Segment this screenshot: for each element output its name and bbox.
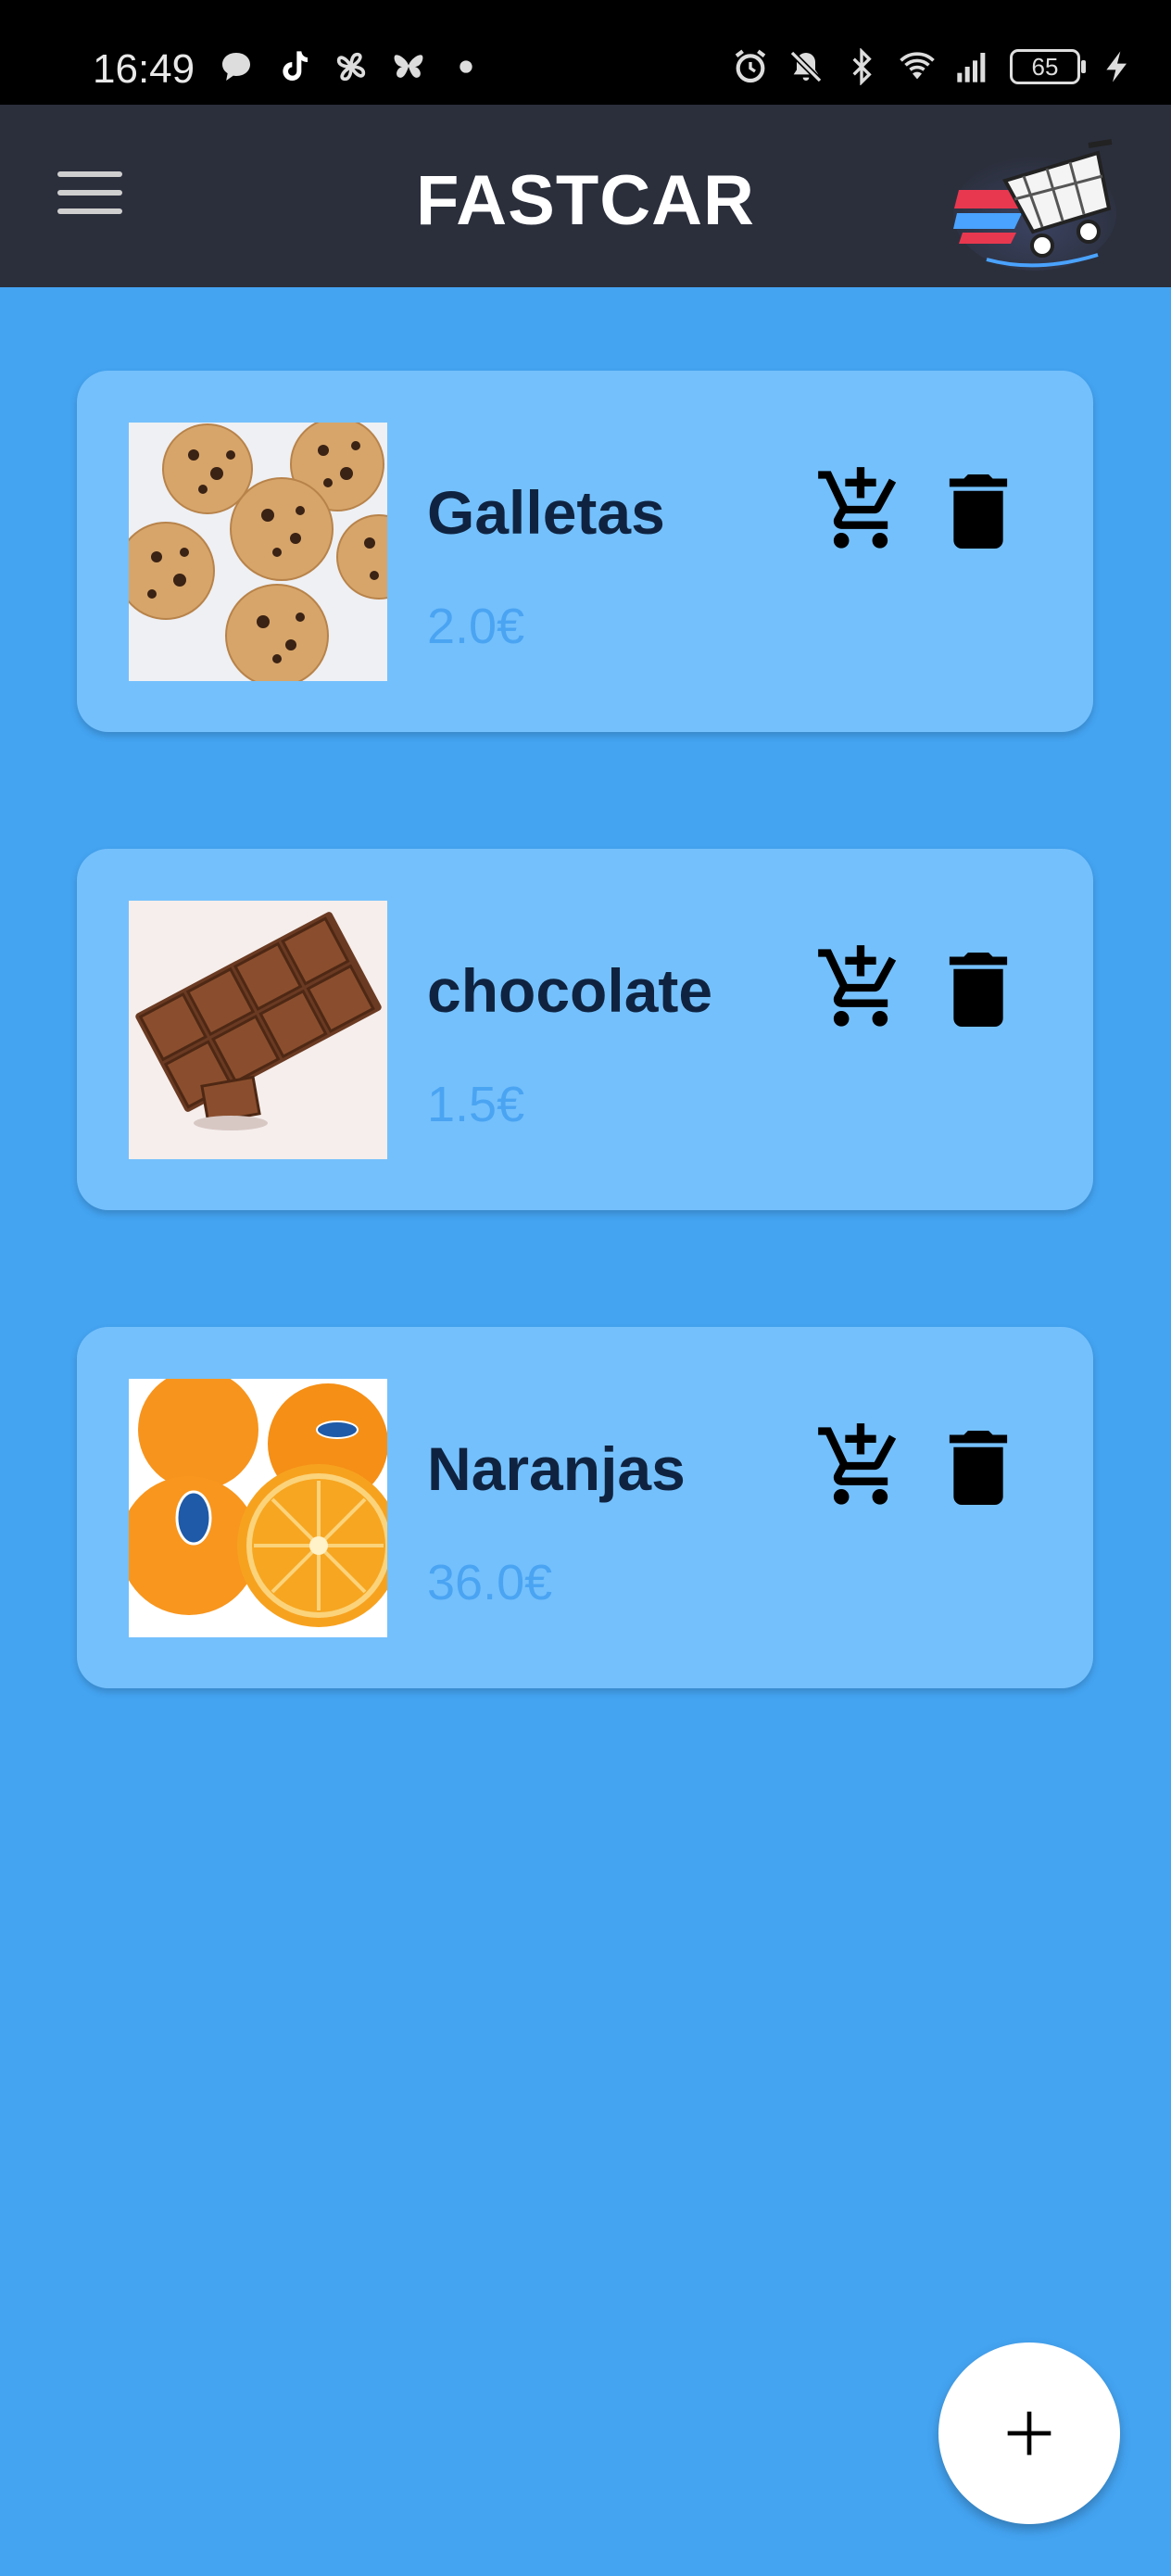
- alarm-icon: [735, 49, 766, 83]
- chocolate-image: [129, 901, 387, 1159]
- butterfly-icon: [394, 55, 423, 78]
- trash-icon[interactable]: [946, 474, 1011, 549]
- product-name: Galletas: [427, 478, 665, 547]
- trash-icon[interactable]: [946, 1431, 1011, 1505]
- system-icons: 65: [732, 48, 1136, 85]
- signal-icon: [957, 53, 986, 82]
- plus-icon: [1007, 2411, 1051, 2456]
- status-bar: 16:49 65: [0, 0, 1171, 105]
- add-shopping-cart-icon[interactable]: [814, 1420, 907, 1512]
- product-card: Naranjas 36.0€: [77, 1327, 1093, 1688]
- product-card: chocolate 1.5€: [77, 849, 1093, 1210]
- product-card: Galletas 2.0€: [77, 371, 1093, 732]
- oranges-image: [129, 1379, 387, 1637]
- product-price: 1.5€: [427, 1077, 525, 1132]
- trash-icon[interactable]: [946, 953, 1011, 1027]
- add-shopping-cart-icon[interactable]: [814, 941, 907, 1034]
- pinwheel-icon: [336, 52, 366, 82]
- product-price: 36.0€: [427, 1555, 553, 1610]
- app-bar: FASTCAR: [0, 105, 1171, 287]
- add-shopping-cart-icon[interactable]: [814, 463, 907, 556]
- cookies-image: [129, 423, 387, 681]
- mute-icon: [789, 50, 823, 83]
- product-name: Naranjas: [427, 1434, 686, 1503]
- tiktok-icon: [283, 51, 308, 81]
- product-name: chocolate: [427, 956, 713, 1025]
- battery-icon: 65: [1010, 49, 1086, 84]
- shopping-cart-logo: [953, 139, 1116, 271]
- charging-icon: [1106, 51, 1127, 82]
- status-time: 16:49: [93, 46, 195, 92]
- add-product-button[interactable]: [938, 2342, 1120, 2524]
- bluetooth-icon: [852, 48, 872, 85]
- wifi-icon: [900, 52, 935, 80]
- dot-icon: [460, 60, 472, 73]
- chat-bubble-icon: [222, 53, 250, 81]
- notification-icons: [218, 48, 485, 85]
- product-price: 2.0€: [427, 599, 525, 654]
